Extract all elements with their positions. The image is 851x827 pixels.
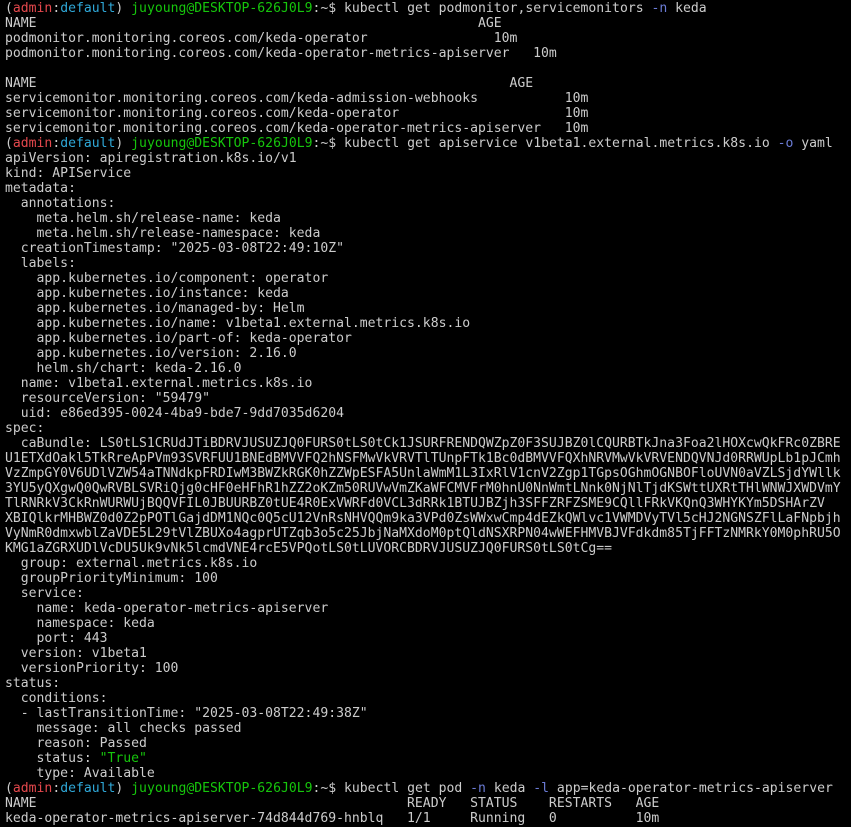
prompt-paren-close: )	[115, 781, 132, 796]
output-line: servicemonitor.monitoring.coreos.com/ked…	[5, 91, 589, 106]
prompt-context: default	[60, 136, 116, 151]
command-text: kubectl get pod	[344, 781, 471, 796]
output-line: kind: APIService	[5, 166, 132, 181]
output-line: metadata:	[5, 181, 76, 196]
output-line: status: "True"	[5, 751, 851, 766]
output-line: app.kubernetes.io/component: operator	[5, 271, 329, 286]
prompt-user-host: juyoung@DESKTOP-626J0L9	[131, 1, 313, 16]
output-line: annotations:	[5, 196, 116, 211]
command-text: kubectl get apiservice v1beta1.external.…	[344, 136, 778, 151]
output-line: versionPriority: 100	[5, 661, 179, 676]
output-line: helm.sh/chart: keda-2.16.0	[5, 361, 242, 376]
output-line: 3YU5yQXgwQ0QwRVBLSVRiQjg0cHF0eHFhR1hZZ2o…	[5, 481, 841, 496]
yaml-value-true: "True"	[99, 751, 147, 766]
prompt-context: default	[60, 781, 116, 796]
output-line: caBundle: LS0tLS1CRUdJTiBDRVJUSUZJQ0FURS…	[5, 436, 841, 451]
prompt-env: admin	[12, 136, 53, 151]
output-line: U1ETXdOakl5TkRreApPVm93SVRFUU1BNEdBMVVFQ…	[5, 451, 841, 466]
output-line: version: v1beta1	[5, 646, 147, 661]
command-text: kubectl get podmonitor,servicemonitors	[344, 1, 652, 16]
output-line: NAME READY STATUS RESTARTS AGE	[5, 796, 660, 811]
terminal-window[interactable]: (admin:default) juyoung@DESKTOP-626J0L9:…	[0, 0, 851, 827]
prompt-path: :~$	[312, 136, 345, 151]
output-line: keda-operator-metrics-apiserver-74d844d7…	[5, 811, 660, 826]
prompt-paren-open: (	[5, 136, 13, 151]
output-line: servicemonitor.monitoring.coreos.com/ked…	[5, 106, 589, 121]
command-flag: -l	[533, 781, 550, 796]
prompt-line: (admin:default) juyoung@DESKTOP-626J0L9:…	[5, 136, 851, 151]
output-line: app.kubernetes.io/name: v1beta1.external…	[5, 316, 471, 331]
output-line: reason: Passed	[5, 736, 147, 751]
output-line: conditions:	[5, 691, 108, 706]
prompt-paren-open: (	[5, 1, 13, 16]
output-line: uid: e86ed395-0024-4ba9-bde7-9dd7035d620…	[5, 406, 344, 421]
prompt-paren-open: (	[5, 781, 13, 796]
output-line: type: Available	[5, 766, 155, 781]
prompt-paren-close: )	[115, 136, 132, 151]
prompt-env: admin	[12, 1, 53, 16]
output-line: message: all checks passed	[5, 721, 242, 736]
output-line: creationTimestamp: "2025-03-08T22:49:10Z…	[5, 241, 344, 256]
output-line: meta.helm.sh/release-name: keda	[5, 211, 281, 226]
output-line: labels:	[5, 256, 76, 271]
command-text: app=keda-operator-metrics-apiserver	[549, 781, 833, 796]
output-line: NAME AGE	[5, 76, 534, 91]
output-line: VyNmR0dmxwblZaVDE5L29tVlZBUXo4agprUTZqb3…	[5, 526, 841, 541]
output-line: VzZmpGY0V6UDlVZW54aTNNdkpFRDIwM3BWZkRGK0…	[5, 466, 841, 481]
output-line: port: 443	[5, 631, 108, 646]
output-line: resourceVersion: "59479"	[5, 391, 210, 406]
output-line: NAME AGE	[5, 16, 502, 31]
prompt-user-host: juyoung@DESKTOP-626J0L9	[131, 781, 313, 796]
prompt-user-host: juyoung@DESKTOP-626J0L9	[131, 136, 313, 151]
output-line: podmonitor.monitoring.coreos.com/keda-op…	[5, 31, 518, 46]
command-flag: -n	[470, 781, 486, 796]
yaml-key: status:	[5, 751, 100, 766]
output-line: group: external.metrics.k8s.io	[5, 556, 258, 571]
command-text: keda	[485, 781, 534, 796]
prompt-path: :~$	[312, 781, 345, 796]
output-line: spec:	[5, 421, 45, 436]
output-line: name: v1beta1.external.metrics.k8s.io	[5, 376, 313, 391]
command-flag: -o	[777, 136, 794, 151]
command-text: yaml	[793, 136, 833, 151]
output-line: app.kubernetes.io/version: 2.16.0	[5, 346, 297, 361]
output-line: - lastTransitionTime: "2025-03-08T22:49:…	[5, 706, 368, 721]
output-line: XBIQlkrMHBWZ0d0Z2pPOTlGajdDM1NQc0Q5cU12V…	[5, 511, 841, 526]
output-line: groupPriorityMinimum: 100	[5, 571, 218, 586]
output-line: podmonitor.monitoring.coreos.com/keda-op…	[5, 46, 557, 61]
output-line: meta.helm.sh/release-namespace: keda	[5, 226, 321, 241]
prompt-env: admin	[12, 781, 53, 796]
output-line: service:	[5, 586, 84, 601]
command-flag: -n	[651, 1, 668, 16]
output-line: app.kubernetes.io/instance: keda	[5, 286, 289, 301]
output-line: app.kubernetes.io/part-of: keda-operator	[5, 331, 352, 346]
prompt-paren-close: )	[115, 1, 132, 16]
output-line: namespace: keda	[5, 616, 155, 631]
output-line: name: keda-operator-metrics-apiserver	[5, 601, 329, 616]
command-text: keda	[667, 1, 707, 16]
output-line: KMG1aZGRXUDlVcDU5Uk9vNk5lcmdVNE4rcE5VPQo…	[5, 541, 612, 556]
output-line: TlRNRkV3CkRnWURWUjBQQVFIL0JBUURBZ0tUE4R0…	[5, 496, 825, 511]
output-line: app.kubernetes.io/managed-by: Helm	[5, 301, 305, 316]
output-line: apiVersion: apiregistration.k8s.io/v1	[5, 151, 297, 166]
prompt-context: default	[60, 1, 116, 16]
prompt-path: :~$	[312, 1, 345, 16]
output-line: servicemonitor.monitoring.coreos.com/ked…	[5, 121, 589, 136]
prompt-line: (admin:default) juyoung@DESKTOP-626J0L9:…	[5, 781, 851, 796]
prompt-line: (admin:default) juyoung@DESKTOP-626J0L9:…	[5, 1, 851, 16]
output-line: status:	[5, 676, 61, 691]
